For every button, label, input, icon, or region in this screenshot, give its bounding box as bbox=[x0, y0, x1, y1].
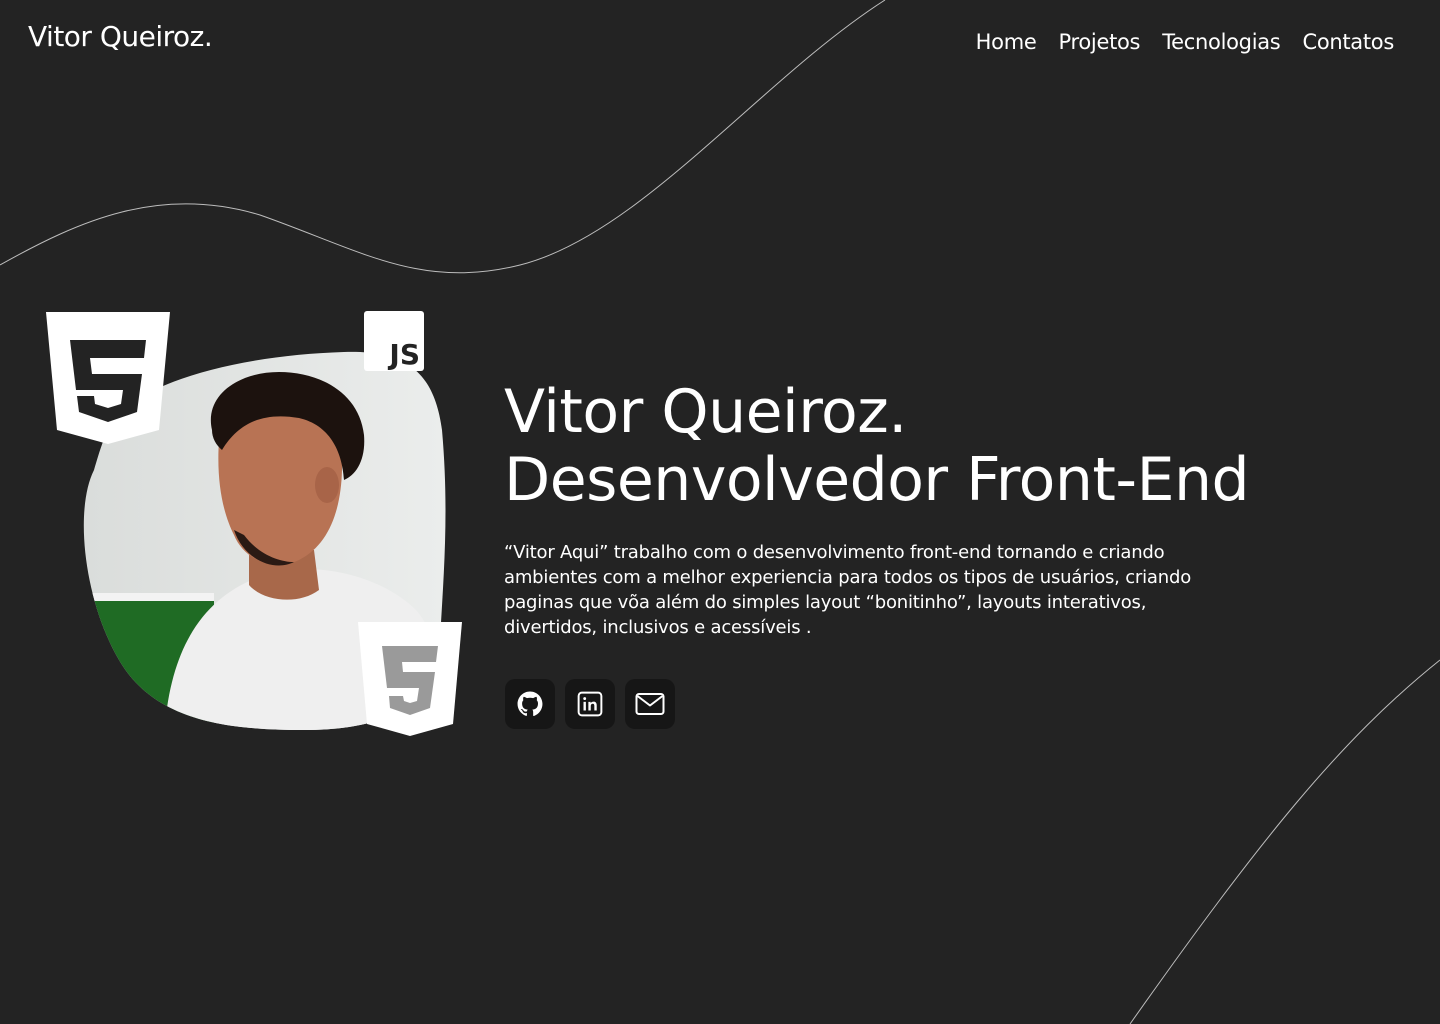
email-button[interactable] bbox=[625, 679, 675, 729]
site-logo[interactable]: Vitor Queiroz. bbox=[28, 20, 213, 53]
linkedin-button[interactable] bbox=[565, 679, 615, 729]
hero-title: Vitor Queiroz. Desenvolvedor Front-End bbox=[504, 377, 1250, 515]
nav-projetos[interactable]: Projetos bbox=[1059, 30, 1141, 54]
css3-icon bbox=[358, 622, 462, 736]
hero-name: Vitor Queiroz. bbox=[504, 377, 907, 447]
svg-text:JS: JS bbox=[387, 338, 420, 371]
profile-photo-group: JS bbox=[44, 310, 464, 740]
nav-contatos[interactable]: Contatos bbox=[1302, 30, 1394, 54]
nav-home[interactable]: Home bbox=[976, 30, 1037, 54]
main-nav: Home Projetos Tecnologias Contatos bbox=[976, 30, 1395, 54]
social-links bbox=[505, 679, 675, 729]
hero-description: “Vitor Aqui” trabalho com o desenvolvime… bbox=[504, 542, 1192, 638]
linkedin-icon bbox=[577, 691, 603, 717]
page: Vitor Queiroz. Home Projetos Tecnologias… bbox=[0, 0, 1440, 1024]
html5-icon bbox=[46, 312, 170, 444]
nav-tecnologias[interactable]: Tecnologias bbox=[1162, 30, 1281, 54]
github-button[interactable] bbox=[505, 679, 555, 729]
github-icon bbox=[517, 691, 543, 717]
javascript-icon: JS bbox=[364, 311, 424, 371]
hero-role: Desenvolvedor Front-End bbox=[504, 445, 1250, 515]
mail-icon bbox=[635, 693, 665, 715]
